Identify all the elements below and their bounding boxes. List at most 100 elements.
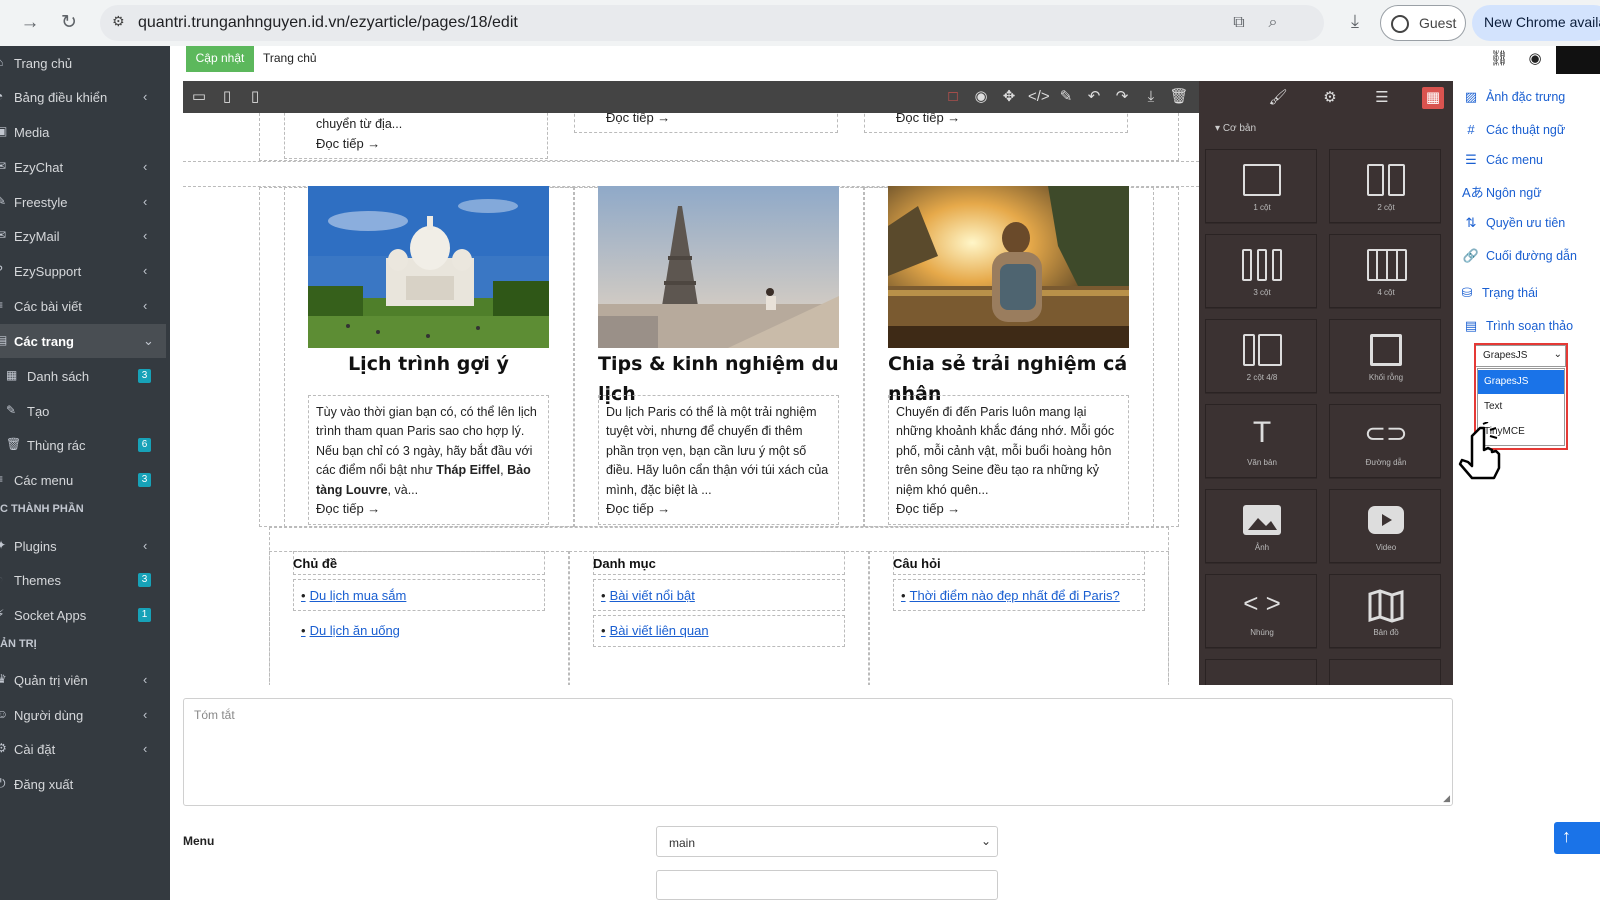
undo-icon[interactable]: ↶ (1084, 87, 1104, 107)
block-map[interactable]: Bản đồ (1329, 574, 1441, 648)
card-image-boat-traveler[interactable] (888, 186, 1129, 348)
url-text[interactable]: quantri.trunganhnguyen.id.vn/ezyarticle/… (138, 14, 518, 32)
category-link[interactable]: • Bài viết liên quan (601, 623, 709, 638)
sidebar-item-home[interactable]: ⌂ Trang chủ (0, 46, 166, 80)
question-link[interactable]: • Thời điểm nào đẹp nhất để đi Paris? (901, 588, 1120, 603)
block-2-columns[interactable]: 2 cột (1329, 149, 1441, 223)
clear-canvas-icon[interactable]: 🗑 (1169, 87, 1189, 107)
menu-select[interactable]: main ⌄ (656, 826, 998, 857)
block-4-columns[interactable]: 4 cột (1329, 234, 1441, 308)
trait-settings-icon[interactable]: ⚙ (1319, 87, 1341, 109)
redo-icon[interactable]: ↷ (1112, 87, 1132, 107)
sidebar-item-ezysupport[interactable]: ? EzySupport ‹ (0, 254, 166, 288)
card-title[interactable]: Lịch trình gợi ý (308, 349, 549, 379)
menus-link[interactable]: ☰ Các menu (1462, 152, 1543, 174)
layer-manager-icon[interactable]: ☰ (1371, 87, 1393, 109)
sidebar-item-pages[interactable]: ▤ Các trang ⌄ (0, 324, 166, 358)
code-icon[interactable]: </> (1028, 87, 1050, 107)
card-excerpt[interactable]: Du lịch Paris có thể là một trải nghiệm … (606, 403, 832, 500)
forward-icon[interactable]: → (18, 11, 42, 35)
scroll-to-top-button[interactable]: ↑ (1554, 822, 1600, 854)
next-select-field[interactable] (656, 870, 998, 900)
card-image-sacre-coeur[interactable] (308, 186, 549, 348)
address-bar[interactable]: ⚙ quantri.trunganhnguyen.id.vn/ezyarticl… (100, 5, 1324, 41)
fullscreen-icon[interactable]: ✥ (999, 87, 1019, 107)
sidebar-item-freestyle[interactable]: ✎ Freestyle ‹ (0, 185, 166, 219)
sidebar-item-articles[interactable]: ≡ Các bài viết ‹ (0, 289, 166, 323)
block-1-column[interactable]: 1 cột (1205, 149, 1317, 223)
mobile-icon[interactable]: ▯ (245, 87, 265, 107)
topics-title[interactable]: Chủ đề (293, 556, 337, 571)
topic-link-text[interactable]: Du lịch ăn uống (310, 623, 400, 638)
read-more-link[interactable]: Đọc tiếp → (896, 113, 960, 125)
sidebar-item-settings[interactable]: ⚙ Cài đặt ‹ (0, 732, 166, 766)
site-settings-icon[interactable]: ⚙ (112, 13, 130, 31)
block-embed[interactable]: < > Nhúng (1205, 574, 1317, 648)
tablet-icon[interactable]: ▯ (217, 87, 237, 107)
block-2-columns-4-8[interactable]: 2 cột 4/8 (1205, 319, 1317, 393)
sidebar-item-themes[interactable]: ◐ Themes 3 (0, 563, 166, 597)
featured-image-link[interactable]: ▨ Ảnh đặc trưng (1462, 89, 1565, 111)
preview-icon[interactable]: ◉ (971, 87, 991, 107)
update-button[interactable]: Cập nhật (186, 46, 254, 72)
translate-icon[interactable]: ⧉ (1228, 12, 1250, 34)
unlink-icon[interactable]: ⛓ (1489, 49, 1509, 69)
block-more[interactable] (1329, 659, 1441, 685)
sidebar-item-menus[interactable]: ≡ Các menu 3 (0, 463, 166, 497)
sidebar-item-ezychat[interactable]: ✉ EzyChat ‹ (0, 150, 166, 184)
category-link-text[interactable]: Bài viết nổi bật (610, 588, 695, 603)
sidebar-item-plugins[interactable]: ✦ Plugins ‹ (0, 529, 166, 563)
read-more-link[interactable]: Đọc tiếp → (316, 136, 380, 151)
category-link[interactable]: • Bài viết nổi bật (601, 588, 695, 603)
categories-title[interactable]: Danh mục (593, 556, 656, 571)
card-text[interactable]: chuyển từ địa... (316, 115, 536, 134)
sidebar-item-logout[interactable]: ⏻ Đăng xuất (0, 767, 166, 801)
language-link[interactable]: Aあ Ngôn ngữ (1462, 182, 1542, 204)
topic-link-text[interactable]: Du lịch mua sắm (310, 588, 407, 603)
sidebar-item-ezymail[interactable]: ✉ EzyMail ‹ (0, 219, 166, 253)
block-link[interactable]: ⊂⊃ Đường dẫn (1329, 404, 1441, 478)
outline-icon[interactable]: □ (943, 87, 963, 107)
editor-canvas[interactable]: chuyển từ địa... Đọc tiếp → Đọc tiếp → Đ… (183, 113, 1199, 685)
editor-link[interactable]: ▤ Trình soạn thảo (1462, 318, 1573, 340)
reload-icon[interactable]: ↻ (57, 11, 81, 35)
sidebar-item-administrators[interactable]: ♛ Quản trị viên ‹ (0, 663, 166, 697)
sidebar-item-media[interactable]: ▣ Media (0, 115, 166, 149)
questions-title[interactable]: Câu hỏi (893, 556, 941, 571)
sidebar-item-socket-apps[interactable]: ⚡ Socket Apps 1 (0, 598, 166, 632)
read-more-link[interactable]: Đọc tiếp → (606, 501, 670, 516)
resize-grip-icon[interactable]: ◢ (1443, 793, 1450, 804)
style-manager-icon[interactable]: 🖌 (1267, 87, 1289, 109)
download-icon[interactable]: ⤓ (1342, 11, 1368, 37)
question-link-text[interactable]: Thời điểm nào đẹp nhất để đi Paris? (910, 588, 1120, 603)
read-more-link[interactable]: Đọc tiếp → (896, 501, 960, 516)
priority-link[interactable]: ⇅ Quyền ưu tiên (1462, 215, 1566, 237)
sidebar-item-users[interactable]: ☺ Người dùng ‹ (0, 698, 166, 732)
section-container[interactable] (183, 161, 1199, 187)
eye-icon[interactable]: ◉ (1525, 49, 1545, 69)
terms-link[interactable]: # Các thuật ngữ (1462, 122, 1565, 144)
slug-link[interactable]: 🔗 Cuối đường dẫn (1462, 248, 1577, 270)
block-more[interactable] (1205, 659, 1317, 685)
desktop-icon[interactable]: ▭ (189, 87, 209, 107)
status-link[interactable]: ⛁ Trạng thái (1458, 285, 1538, 307)
card-excerpt[interactable]: Tùy vào thời gian bạn có, có thể lên lịc… (316, 403, 542, 500)
category-link-text[interactable]: Bài viết liên quan (610, 623, 709, 638)
sidebar-item-page-list[interactable]: ▦ Danh sách 3 (0, 359, 166, 393)
sidebar-item-create[interactable]: ✎ Tạo (0, 394, 166, 428)
read-more-link[interactable]: Đọc tiếp → (316, 501, 380, 516)
block-image[interactable]: Ảnh (1205, 489, 1317, 563)
topic-link[interactable]: • Du lịch mua sắm (301, 588, 406, 603)
export-icon[interactable]: ⤓ (1141, 87, 1161, 107)
read-more-link[interactable]: Đọc tiếp → (606, 113, 670, 125)
block-video[interactable]: Video (1329, 489, 1441, 563)
sidebar-item-dashboard[interactable]: ◔ Bảng điều khiển ‹ (0, 80, 166, 114)
zoom-icon[interactable]: ⌕ (1262, 12, 1284, 34)
sidebar-item-trash[interactable]: 🗑 Thùng rác 6 (0, 428, 166, 462)
guest-profile-button[interactable]: Guest (1380, 5, 1466, 41)
block-3-columns[interactable]: 3 cột (1205, 234, 1317, 308)
topic-link[interactable]: • Du lịch ăn uống (301, 623, 400, 638)
blocks-category[interactable]: ▾ Cơ bản (1215, 123, 1256, 134)
block-text[interactable]: T Văn bản (1205, 404, 1317, 478)
block-empty[interactable]: Khối rỗng (1329, 319, 1441, 393)
